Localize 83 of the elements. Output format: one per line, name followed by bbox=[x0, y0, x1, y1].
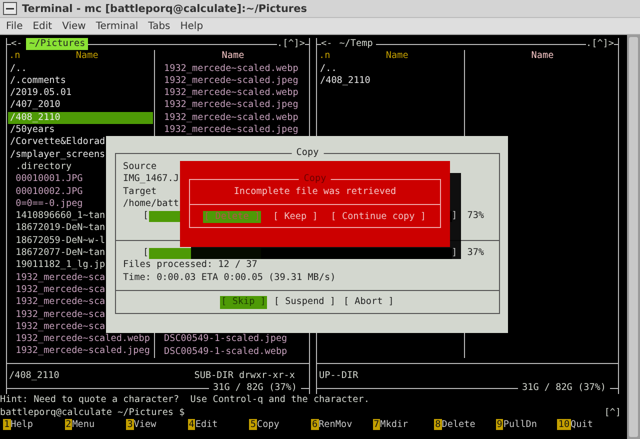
key-number-badge: 2 bbox=[64, 418, 72, 430]
progress-reading: 37% bbox=[467, 247, 484, 260]
menu-item[interactable]: Help bbox=[180, 20, 204, 32]
function-key-label[interactable]: Delete bbox=[442, 418, 476, 430]
file-entry[interactable]: /.comments bbox=[8, 74, 153, 88]
file-entry[interactable]: 1932_mercede~scaled.webp bbox=[156, 62, 308, 75]
file-entry[interactable]: 1932_mercede~scaled.jpeg bbox=[156, 124, 308, 136]
window-title: Terminal - mc [battleporq@calculate]:~/Pictures bbox=[22, 2, 307, 14]
file-entry[interactable]: 1932_mercede~scaled.webp bbox=[156, 87, 308, 100]
key-number-badge: 1 bbox=[3, 418, 11, 430]
hint-text: Hint: Need to quote a character? Use Control-q and the character. bbox=[0, 394, 370, 407]
column-header: Name bbox=[222, 50, 244, 63]
function-key-label[interactable]: Mkdir bbox=[380, 418, 408, 430]
file-entry[interactable]: /.. bbox=[318, 62, 463, 75]
file-entry[interactable]: /407_2010 bbox=[8, 99, 153, 112]
column-header: Name bbox=[531, 50, 554, 63]
error-message: Incomplete file was retrieved bbox=[234, 186, 396, 197]
column-header: Name bbox=[76, 50, 98, 63]
dialog-value: IMG_1467.J bbox=[123, 173, 179, 184]
prompt-mark: [^] bbox=[604, 406, 621, 419]
progress-reading: 73% bbox=[467, 210, 484, 222]
dialog-label: Target bbox=[123, 186, 157, 197]
bracket-mark: ] bbox=[452, 210, 458, 222]
function-key-label[interactable]: Edit bbox=[195, 418, 218, 430]
dialog-title: Copy bbox=[298, 173, 332, 185]
key-number-badge: 6 bbox=[310, 418, 319, 430]
key-number-badge: 5 bbox=[249, 418, 257, 430]
function-key-label[interactable]: Menu bbox=[72, 418, 95, 430]
dialog-button[interactable]: [ Suspend ] bbox=[272, 296, 336, 309]
key-number-badge: 9 bbox=[496, 418, 504, 430]
disk-usage: 31G / 82G (37%) bbox=[212, 382, 298, 394]
file-entry[interactable]: /.. bbox=[8, 62, 153, 75]
file-entry[interactable]: /50years bbox=[8, 124, 153, 136]
shell-prompt: battleporq@calculate ~/Pictures $ bbox=[0, 406, 185, 419]
key-number-badge: 8 bbox=[434, 418, 442, 430]
menu-item[interactable]: Tabs bbox=[148, 20, 170, 32]
column-header: Name bbox=[386, 50, 408, 63]
status-text: SUB-DIR drwxr-xr-x bbox=[194, 370, 295, 382]
function-key-label[interactable]: PullDn bbox=[503, 418, 537, 430]
status-text: /408_2110 bbox=[9, 370, 60, 382]
file-entry[interactable]: /408_2110 bbox=[318, 74, 463, 88]
dialog-button[interactable]: [ Keep ] bbox=[272, 210, 319, 223]
disk-usage: 31G / 82G (37%) bbox=[521, 382, 607, 394]
file-entry[interactable]: /2019.05.01 bbox=[8, 87, 153, 100]
column-header: .n bbox=[9, 50, 20, 63]
function-key-label[interactable]: Quit bbox=[570, 418, 593, 430]
panel-nav-mark[interactable]: <- bbox=[11, 38, 22, 50]
panel-nav-mark[interactable]: .[^]> bbox=[277, 38, 305, 50]
dialog-label: Source bbox=[123, 161, 157, 172]
dialog-value: /home/batt bbox=[123, 198, 179, 209]
dialog-text: Files processed: 12 / 37 bbox=[123, 259, 258, 270]
dialog-button[interactable]: [ Abort ] bbox=[342, 296, 395, 309]
file-entry[interactable]: DSC00549-1-scaled.jpeg bbox=[156, 333, 308, 346]
file-entry[interactable]: 1932_mercede~scaled.webp bbox=[8, 333, 153, 346]
dialog-text: Time: 0:00.03 ETA 0:00.05 (39.31 MB/s) bbox=[123, 272, 336, 283]
column-header: .n bbox=[319, 50, 330, 63]
file-entry[interactable]: 1932_mercede~scaled.jpeg bbox=[8, 345, 153, 358]
bracket-mark: [ bbox=[143, 247, 149, 260]
status-text: UP--DIR bbox=[319, 370, 358, 382]
bracket-mark: [ bbox=[143, 210, 149, 222]
menu-item[interactable]: File bbox=[6, 20, 23, 32]
function-key-label[interactable]: View bbox=[134, 418, 156, 430]
file-entry[interactable]: 1932_mercede~scaled.webp bbox=[156, 112, 308, 124]
panel-nav-mark[interactable]: <- bbox=[321, 38, 332, 50]
function-key-label[interactable]: Copy bbox=[256, 418, 280, 430]
file-entry[interactable]: 1932_mercede~scaled.jpeg bbox=[156, 99, 308, 112]
menu-item[interactable]: View bbox=[62, 20, 86, 32]
function-key-label[interactable]: RenMov bbox=[318, 418, 352, 430]
window-menu-icon[interactable] bbox=[3, 2, 17, 15]
key-number-badge: 4 bbox=[188, 418, 196, 430]
function-key-label[interactable]: Help bbox=[10, 418, 33, 430]
dialog-title: Copy bbox=[291, 147, 324, 159]
key-number-badge: 10 bbox=[557, 418, 571, 430]
key-number-badge: 7 bbox=[372, 418, 380, 430]
file-entry[interactable]: DSC00549-1-scaled.webp bbox=[156, 346, 308, 358]
key-number-badge: 3 bbox=[126, 418, 134, 430]
panel-nav-mark[interactable]: .[^]> bbox=[586, 38, 614, 50]
panel-path: ~/Pictures bbox=[26, 38, 88, 50]
menu-item[interactable]: Terminal bbox=[96, 20, 138, 32]
bracket-mark: ] bbox=[452, 247, 458, 260]
dialog-button[interactable]: [ Continue copy ] bbox=[330, 210, 427, 223]
file-entry[interactable]: 1932_mercede~scaled.jpeg bbox=[156, 74, 308, 88]
menu-item[interactable]: Edit bbox=[32, 20, 52, 32]
